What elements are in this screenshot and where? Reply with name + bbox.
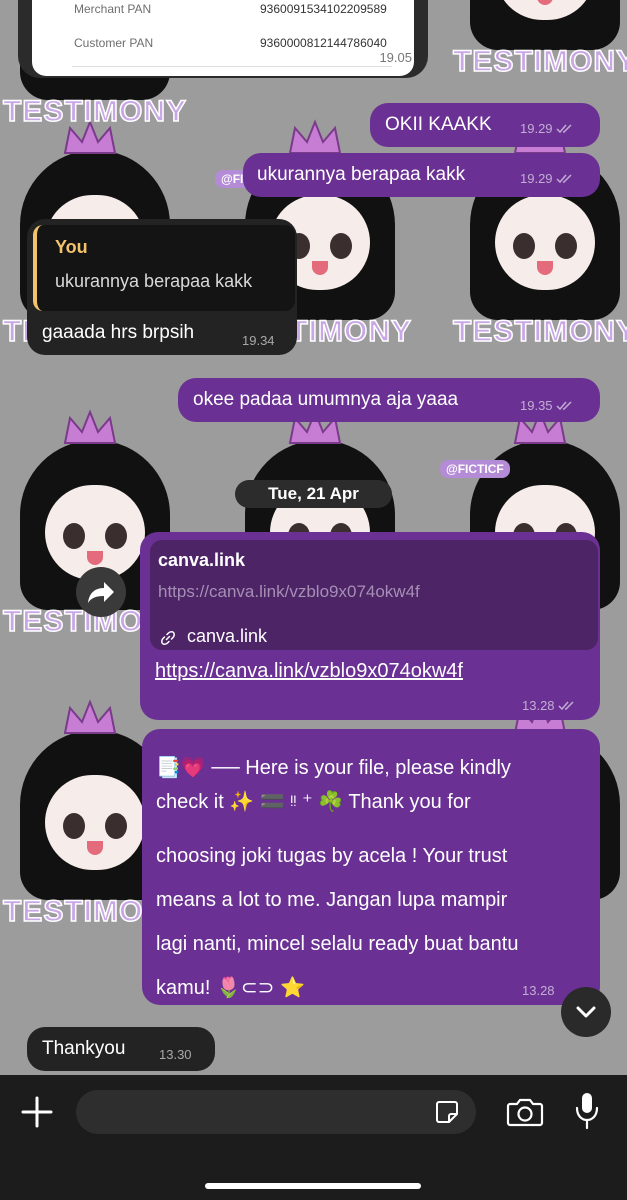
link-icon	[161, 631, 175, 645]
outgoing-message[interactable]: okee padaa umumnya aja yaaa 19.35	[178, 378, 600, 422]
outgoing-message[interactable]: 📑💗 ── Here is your file, please kindly c…	[142, 729, 600, 1005]
receipt-label: Customer PAN	[74, 36, 154, 50]
reply-text: ukurannya berapaa kakk	[55, 271, 253, 291]
link-preview-url: https://canva.link/vzblo9x074okw4f	[158, 582, 420, 601]
double-check-icon	[556, 400, 572, 410]
message-time: 13.30	[159, 1047, 192, 1062]
double-check-icon	[556, 123, 572, 133]
double-check-icon	[558, 700, 574, 710]
message-time: 19.35	[520, 398, 574, 413]
date-separator: Tue, 21 Apr	[235, 480, 392, 508]
link-url[interactable]: https://canva.link/vzblo9x074okw4f	[155, 660, 463, 683]
receipt-image-message[interactable]: Merchant PAN 9360091534102209589 Custome…	[18, 0, 428, 78]
receipt-label: Merchant PAN	[74, 2, 152, 16]
link-preview[interactable]: canva.link https://canva.link/vzblo9x074…	[150, 540, 598, 650]
wallpaper-tile: TESTIMONY	[440, 0, 627, 100]
message-time: 19.34	[242, 333, 275, 348]
receipt-value: 9360000812144786040	[260, 36, 387, 50]
outgoing-message[interactable]: OKII KAAKK 19.29	[370, 103, 600, 147]
receipt-value: 9360091534102209589	[260, 2, 387, 16]
message-line: choosing joki tugas by acela ! Your trus…	[156, 845, 508, 867]
time-label: 19.29	[520, 121, 553, 136]
plus-icon[interactable]	[20, 1095, 54, 1129]
message-line: kamu! 🌷⊂⊃ ⭐	[156, 977, 305, 999]
message-line: lagi nanti, mincel selalu ready buat ban…	[156, 933, 519, 955]
message-text: 📑💗 ── Here is your file, please kindly c…	[156, 751, 518, 1005]
incoming-message[interactable]: Thankyou 13.30	[27, 1027, 215, 1071]
home-indicator	[205, 1183, 421, 1189]
message-text: ukurannya berapaa kakk	[257, 164, 466, 185]
time-label: 19.35	[520, 398, 553, 413]
message-input[interactable]	[76, 1090, 476, 1134]
time-label: 19.29	[520, 171, 553, 186]
message-time: 13.28	[522, 983, 555, 998]
double-check-icon	[556, 173, 572, 183]
scroll-to-bottom-button[interactable]	[561, 987, 611, 1037]
message-line: means a lot to me. Jangan lupa mampir	[156, 889, 508, 911]
forward-icon	[88, 582, 114, 603]
message-text: OKII KAAKK	[385, 114, 492, 135]
message-time: 19.05	[379, 50, 412, 65]
message-text: okee padaa umumnya aja yaaa	[193, 389, 459, 410]
reply-quote[interactable]: You ukurannya berapaa kakk	[33, 225, 295, 311]
receipt-image: Merchant PAN 9360091534102209589 Custome…	[32, 0, 414, 76]
sticker-icon[interactable]	[434, 1099, 460, 1125]
message-text: Thankyou	[42, 1038, 126, 1059]
message-composer	[0, 1075, 627, 1200]
message-line: check it ✨ 🟰 ᵎᵎ ⁺ ☘️ Thank you for	[156, 791, 471, 813]
link-preview-domain: canva.link	[187, 626, 268, 646]
camera-icon[interactable]	[506, 1095, 544, 1129]
message-time: 19.29	[520, 171, 574, 186]
chevron-down-icon	[576, 1006, 596, 1018]
message-time: 19.29	[520, 121, 574, 136]
wallpaper-tile: TESTIMONY	[440, 110, 627, 370]
microphone-icon[interactable]	[573, 1091, 601, 1131]
time-label: 13.28	[522, 698, 555, 713]
message-line: 📑💗 ── Here is your file, please kindly	[156, 757, 511, 779]
outgoing-message[interactable]: ukurannya berapaa kakk 19.29	[243, 153, 600, 197]
link-preview-site: canva.link	[158, 550, 246, 570]
forward-button[interactable]	[76, 567, 126, 617]
incoming-message[interactable]: You ukurannya berapaa kakk gaaada hrs br…	[27, 219, 297, 355]
link-message[interactable]: canva.link https://canva.link/vzblo9x074…	[140, 532, 600, 720]
reply-author: You	[55, 237, 88, 257]
message-text: gaaada hrs brpsih	[42, 322, 195, 343]
message-time: 13.28	[522, 698, 576, 713]
